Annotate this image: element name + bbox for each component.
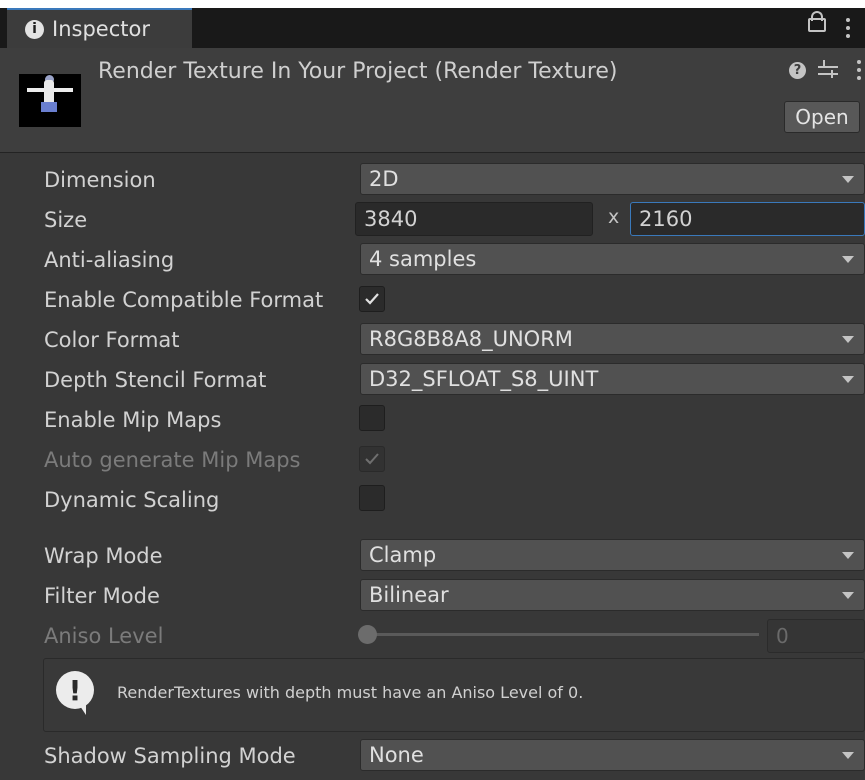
chevron-down-icon: [842, 752, 854, 759]
dynamic-scaling-checkbox[interactable]: [359, 485, 385, 511]
size-width-field[interactable]: 3840: [355, 202, 593, 236]
window-menu-icon[interactable]: [846, 18, 850, 38]
enable-mip-maps-checkbox[interactable]: [359, 405, 385, 431]
shadow-sampling-mode-value: None: [369, 743, 424, 767]
inspector-header: Render Texture In Your Project (Render T…: [0, 48, 865, 153]
aniso-level-label: Aniso Level: [44, 624, 164, 648]
enable-mip-maps-label: Enable Mip Maps: [44, 408, 222, 432]
info-icon: i: [25, 19, 44, 39]
auto-generate-mip-maps-label: Auto generate Mip Maps: [44, 448, 301, 472]
chevron-down-icon: [842, 256, 854, 263]
help-box-message: RenderTextures with depth must have an A…: [117, 683, 584, 702]
anti-aliasing-value: 4 samples: [369, 247, 477, 271]
chevron-down-icon: [842, 176, 854, 183]
auto-generate-mip-maps-checkbox: [359, 446, 385, 472]
enable-compatible-format-checkbox[interactable]: [359, 286, 385, 312]
help-box: ! RenderTextures with depth must have an…: [43, 658, 865, 732]
color-format-value: R8G8B8A8_UNORM: [369, 327, 573, 351]
window-top-strip: [0, 0, 865, 8]
checkmark-icon: [365, 453, 379, 465]
dimension-value: 2D: [369, 167, 399, 191]
filter-mode-label: Filter Mode: [44, 584, 160, 608]
chevron-down-icon: [842, 336, 854, 343]
size-label: Size: [44, 208, 88, 232]
aniso-level-slider-thumb: [358, 625, 377, 644]
anti-aliasing-label: Anti-aliasing: [44, 248, 175, 272]
checkmark-icon: [365, 293, 379, 305]
texture-preview-thumbnail: [19, 74, 81, 127]
tab-label: Inspector: [52, 17, 150, 41]
enable-compatible-format-label: Enable Compatible Format: [44, 288, 324, 312]
size-separator: x: [608, 206, 620, 228]
depth-stencil-format-value: D32_SFLOAT_S8_UINT: [369, 367, 599, 391]
dynamic-scaling-label: Dynamic Scaling: [44, 488, 220, 512]
aniso-level-value-field: 0: [767, 619, 865, 653]
lock-icon[interactable]: [808, 11, 826, 32]
open-button[interactable]: Open: [784, 101, 860, 133]
tab-bar: i Inspector: [0, 8, 865, 48]
wrap-mode-label: Wrap Mode: [44, 544, 163, 568]
tab-inspector[interactable]: i Inspector: [7, 8, 192, 48]
filter-mode-value: Bilinear: [369, 583, 449, 607]
filter-mode-dropdown[interactable]: Bilinear: [360, 579, 865, 611]
wrap-mode-value: Clamp: [369, 543, 437, 567]
color-format-label: Color Format: [44, 328, 180, 352]
object-title: Render Texture In Your Project (Render T…: [98, 59, 618, 84]
shadow-sampling-mode-dropdown[interactable]: None: [360, 739, 865, 771]
anti-aliasing-dropdown[interactable]: 4 samples: [360, 243, 865, 275]
aniso-level-slider-track: [365, 633, 759, 636]
shadow-sampling-mode-label: Shadow Sampling Mode: [44, 744, 296, 768]
depth-stencil-format-label: Depth Stencil Format: [44, 368, 267, 392]
chevron-down-icon: [842, 592, 854, 599]
dimension-label: Dimension: [44, 168, 156, 192]
color-format-dropdown[interactable]: R8G8B8A8_UNORM: [360, 323, 865, 355]
presets-icon[interactable]: [818, 59, 838, 81]
dimension-dropdown[interactable]: 2D: [360, 163, 865, 195]
wrap-mode-dropdown[interactable]: Clamp: [360, 539, 865, 571]
size-height-field[interactable]: 2160: [630, 202, 865, 236]
depth-stencil-format-dropdown[interactable]: D32_SFLOAT_S8_UINT: [360, 363, 865, 395]
warning-icon: !: [56, 671, 94, 715]
chevron-down-icon: [842, 376, 854, 383]
help-icon[interactable]: ?: [789, 62, 806, 79]
chevron-down-icon: [842, 552, 854, 559]
component-menu-icon[interactable]: [857, 60, 861, 80]
